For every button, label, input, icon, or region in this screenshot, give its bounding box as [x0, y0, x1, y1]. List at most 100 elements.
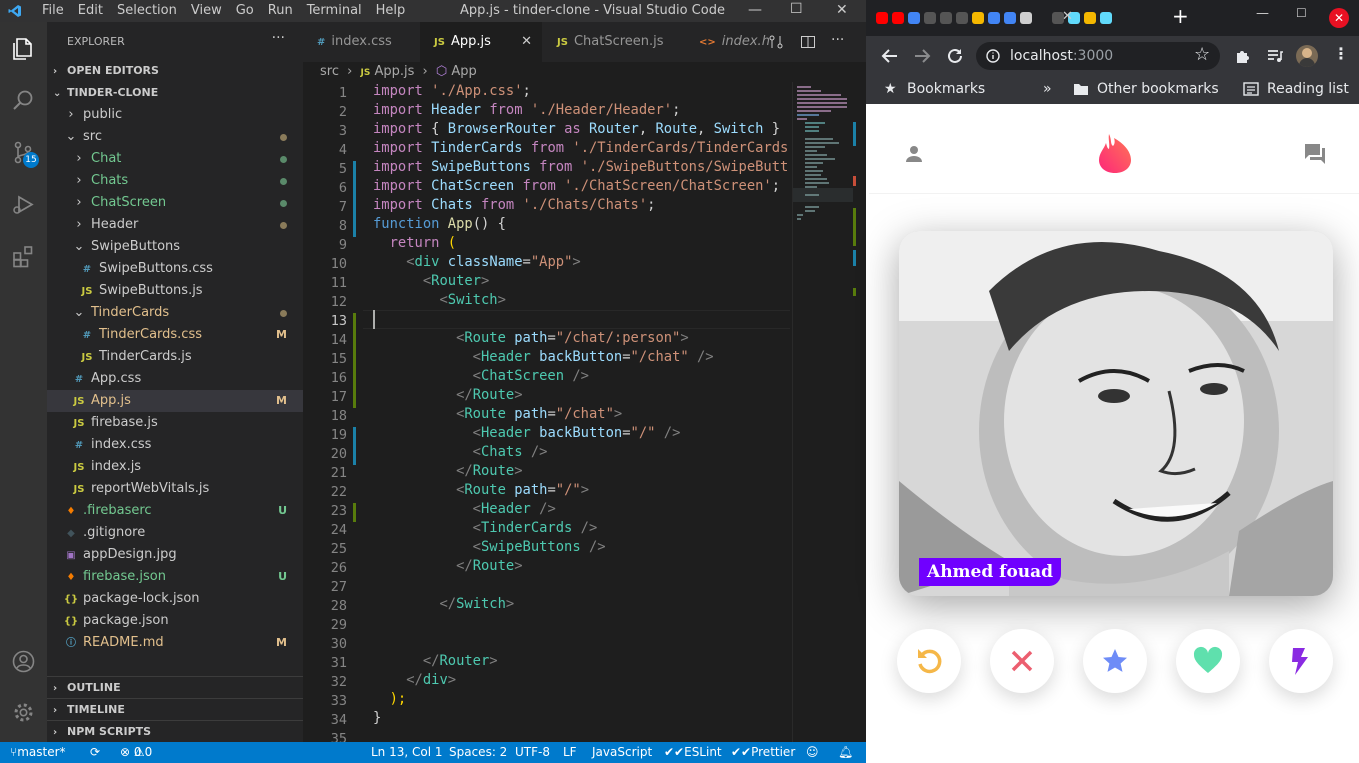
tab-chatscreen-js[interactable]: JS ChatScreen.js	[543, 22, 684, 62]
menu-item[interactable]: File	[42, 3, 64, 18]
nope-button[interactable]	[990, 629, 1054, 693]
indentation[interactable]: Spaces: 2	[449, 742, 507, 763]
person-icon[interactable]	[902, 142, 926, 166]
end-of-line[interactable]: LF	[563, 742, 577, 763]
minimap[interactable]	[792, 82, 866, 742]
account-icon[interactable]	[11, 649, 36, 674]
tree-file[interactable]: ▣ appDesign.jpg	[47, 544, 303, 566]
breadcrumb-symbol[interactable]: App	[451, 64, 476, 79]
close-tab-icon[interactable]: ✕	[1062, 9, 1073, 24]
tree-folder[interactable]: › Header	[47, 214, 303, 236]
tree-file[interactable]: JS TinderCards.js	[47, 346, 303, 368]
tree-file[interactable]: JS reportWebVitals.js	[47, 478, 303, 500]
compare-changes-icon[interactable]	[768, 34, 784, 50]
bookmark-star-icon[interactable]: ☆	[1194, 44, 1210, 65]
tree-file[interactable]: {} package.json	[47, 610, 303, 632]
menu-item[interactable]: View	[191, 3, 222, 18]
back-arrow-icon[interactable]	[881, 47, 899, 65]
rewind-button[interactable]	[897, 629, 961, 693]
breadcrumb-file[interactable]: App.js	[374, 64, 414, 79]
tab-favicon-icon[interactable]	[956, 12, 968, 24]
tab-favicon-icon[interactable]	[924, 12, 936, 24]
encoding[interactable]: UTF-8	[515, 742, 550, 763]
tab-favicon-icon[interactable]	[908, 12, 920, 24]
site-info-icon[interactable]	[986, 49, 1000, 63]
more-tab-actions-icon[interactable]: ···	[831, 32, 844, 48]
address-bar[interactable]: localhost:3000	[976, 42, 1220, 70]
chrome-menu-icon[interactable]: ⋮	[1333, 44, 1349, 63]
tinder-card[interactable]: Ahmed fouad	[899, 231, 1333, 596]
tree-folder[interactable]: ⌄ SwipeButtons	[47, 236, 303, 258]
tree-file[interactable]: JS App.js M	[47, 390, 303, 412]
prettier-status[interactable]: ✔✔ Prettier	[731, 742, 795, 763]
sync-icon[interactable]: ⟳	[90, 742, 100, 763]
branch-indicator[interactable]: ⑂ master*	[10, 742, 66, 763]
project-section[interactable]: ⌄ TINDER-CLONE	[47, 82, 303, 104]
tinder-flame-logo-icon[interactable]	[1097, 132, 1133, 174]
search-icon[interactable]	[11, 88, 36, 113]
reload-icon[interactable]	[946, 47, 964, 65]
tree-file[interactable]: # SwipeButtons.css	[47, 258, 303, 280]
tree-file[interactable]: {} package-lock.json	[47, 588, 303, 610]
menu-item[interactable]: Edit	[78, 3, 103, 18]
settings-gear-icon[interactable]	[11, 700, 36, 725]
tab-favicon-icon[interactable]	[1004, 12, 1016, 24]
tree-folder[interactable]: ⌄ TinderCards	[47, 302, 303, 324]
tab-index-css[interactable]: # index.css	[303, 22, 420, 62]
tree-file[interactable]: JS firebase.js	[47, 412, 303, 434]
forward-arrow-icon[interactable]	[913, 47, 931, 65]
more-actions-icon[interactable]: ···	[272, 30, 285, 46]
timeline-section[interactable]: › TIMELINE	[47, 698, 303, 720]
breadcrumb-src[interactable]: src	[320, 64, 339, 79]
tree-file[interactable]: ◆ .gitignore	[47, 522, 303, 544]
explorer-icon[interactable]	[11, 36, 36, 61]
menu-item[interactable]: Terminal	[307, 3, 362, 18]
bookmarks-folder[interactable]: Bookmarks	[907, 76, 985, 102]
tree-file[interactable]: ♦ firebase.json U	[47, 566, 303, 588]
minimize-button[interactable]: —	[748, 2, 762, 18]
boost-button[interactable]	[1269, 629, 1333, 693]
more-bookmarks-icon[interactable]: »	[1043, 76, 1052, 102]
close-tab-icon[interactable]: ✕	[521, 22, 532, 62]
split-editor-icon[interactable]	[800, 34, 816, 50]
tab-app-js[interactable]: JS App.js ✕	[420, 22, 542, 62]
problems-indicator[interactable]: ⊗ 0 ⚠ 0	[120, 742, 152, 763]
tab-favicon-icon[interactable]	[892, 12, 904, 24]
cursor-position[interactable]: Ln 13, Col 1	[371, 742, 443, 763]
maximize-button[interactable]: ☐	[790, 1, 803, 17]
extensions-puzzle-icon[interactable]	[1234, 47, 1252, 65]
code-editor[interactable]: import './App.css'; import Header from '.…	[373, 82, 790, 742]
close-button[interactable]: ✕	[836, 2, 848, 18]
minimize-button[interactable]: —	[1256, 6, 1269, 21]
tree-folder[interactable]: › ChatScreen	[47, 192, 303, 214]
menu-item[interactable]: Selection	[117, 3, 177, 18]
feedback-icon[interactable]: ☺	[806, 742, 819, 763]
tab-index-html[interactable]: <> index.h	[685, 22, 770, 62]
menu-item[interactable]: Run	[268, 3, 293, 18]
outline-section[interactable]: › OUTLINE	[47, 676, 303, 698]
tab-favicon-icon[interactable]	[1084, 12, 1096, 24]
chat-forum-icon[interactable]	[1303, 142, 1327, 166]
npm-scripts-section[interactable]: › NPM SCRIPTS	[47, 720, 303, 742]
other-bookmarks-folder[interactable]: Other bookmarks	[1097, 76, 1219, 102]
tab-favicon-icon[interactable]	[940, 12, 952, 24]
tree-file[interactable]: ⓘ README.md M	[47, 632, 303, 654]
tree-folder[interactable]: › Chat	[47, 148, 303, 170]
open-editors-section[interactable]: › OPEN EDITORS	[47, 60, 303, 82]
tree-folder[interactable]: › public	[47, 104, 303, 126]
tab-favicon-icon[interactable]	[1020, 12, 1032, 24]
maximize-button[interactable]: ☐	[1296, 6, 1307, 20]
profile-avatar[interactable]	[1296, 45, 1318, 67]
tree-file[interactable]: ♦ .firebaserc U	[47, 500, 303, 522]
notifications-bell-icon[interactable]: 🔔︎	[838, 742, 853, 763]
tab-favicon-icon[interactable]	[972, 12, 984, 24]
tab-favicon-icon[interactable]	[988, 12, 1000, 24]
language-mode[interactable]: JavaScript	[592, 742, 652, 763]
like-button[interactable]	[1176, 629, 1240, 693]
tree-file[interactable]: JS index.js	[47, 456, 303, 478]
menu-item[interactable]: Go	[236, 3, 254, 18]
menu-item[interactable]: Help	[376, 3, 406, 18]
tree-folder[interactable]: › Chats	[47, 170, 303, 192]
tree-file[interactable]: # App.css	[47, 368, 303, 390]
tab-favicon-icon[interactable]	[876, 12, 888, 24]
